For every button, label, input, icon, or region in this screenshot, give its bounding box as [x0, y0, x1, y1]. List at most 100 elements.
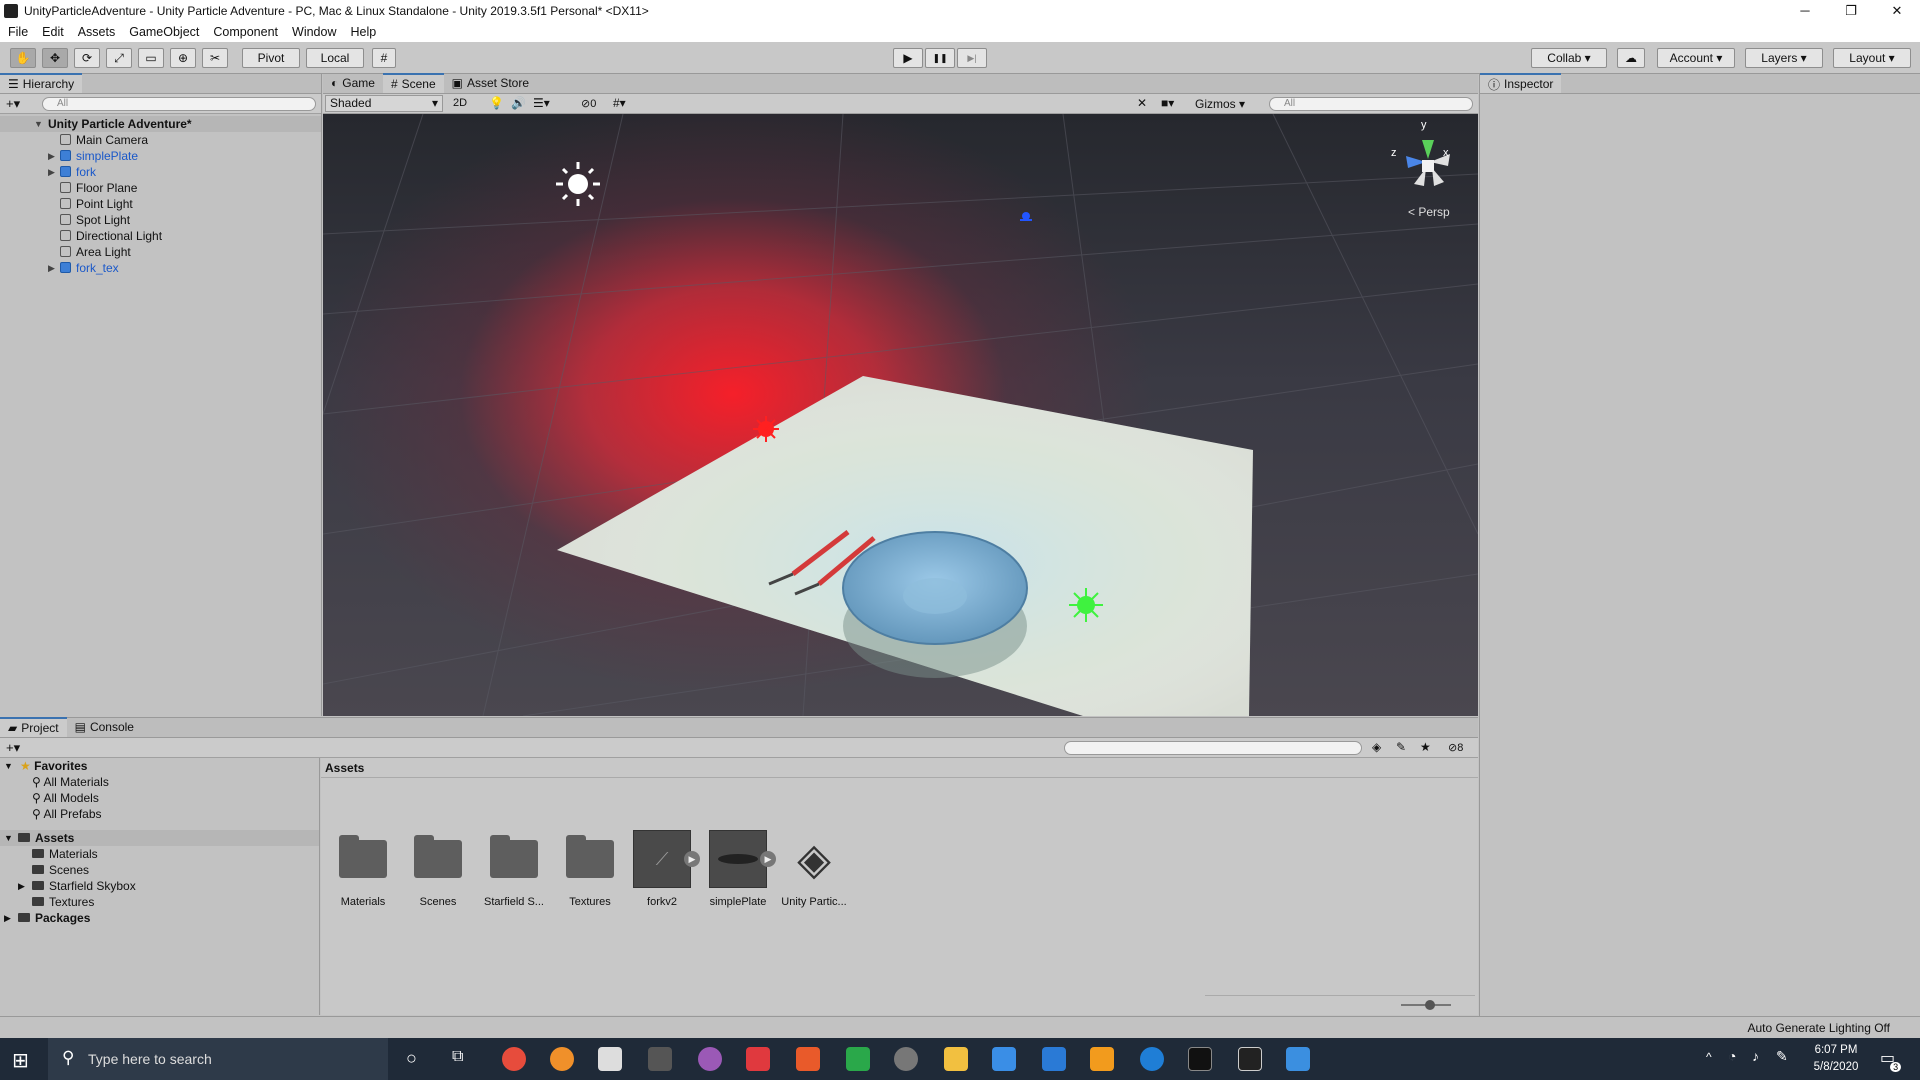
edge-icon[interactable] [1140, 1047, 1164, 1071]
sublime-icon[interactable] [1090, 1047, 1114, 1071]
unity-icon[interactable] [1238, 1047, 1262, 1071]
tab-scene[interactable]: # Scene [382, 73, 444, 93]
task-view-icon[interactable]: ⧉ [452, 1048, 463, 1066]
pause-button[interactable]: ❚❚ [925, 48, 955, 68]
asset-folder-materials[interactable]: Materials [326, 830, 400, 908]
pen-icon[interactable]: ✎ [1776, 1048, 1788, 1065]
scene-render[interactable]: y x z < Persp [323, 114, 1478, 716]
directional-light-gizmo-icon[interactable] [556, 162, 600, 206]
tray-chevron-icon[interactable]: ^ [1706, 1050, 1712, 1064]
filter-label-icon[interactable]: ✎ [1396, 740, 1406, 754]
windows-start-icon[interactable]: ⊞ [12, 1048, 29, 1073]
packages-root[interactable]: ▶ Packages [0, 910, 319, 926]
asset-folder-starfield[interactable]: Starfield S... [477, 830, 551, 908]
effects-toggle-icon[interactable]: ☰▾ [533, 96, 550, 110]
favorite-star-icon[interactable]: ★ [1420, 740, 1431, 754]
persp-label[interactable]: < Persp [1408, 205, 1450, 219]
hierarchy-item-directional-light[interactable]: Directional Light [0, 228, 321, 244]
assets-root[interactable]: ▼ Assets [0, 830, 319, 846]
app-red-icon[interactable] [746, 1047, 770, 1071]
expand-arrow-icon[interactable]: ▶ [4, 910, 11, 926]
hidden-packages-toggle[interactable]: ⊘8 [1448, 741, 1463, 754]
layers-dropdown[interactable]: Layers ▾ [1745, 48, 1823, 68]
mail-icon[interactable] [1042, 1047, 1066, 1071]
folder-textures[interactable]: Textures [0, 894, 319, 910]
expand-prefab-icon[interactable]: ▶ [684, 851, 700, 867]
asset-scene-unity-particle[interactable]: ◈ Unity Partic... [777, 830, 851, 909]
custom-tool-icon[interactable]: ✂ [202, 48, 228, 68]
hierarchy-item-main-camera[interactable]: Main Camera [0, 132, 321, 148]
expand-arrow-icon[interactable]: ▼ [4, 758, 13, 774]
expand-arrow-icon[interactable]: ▼ [4, 830, 13, 846]
file-explorer-icon[interactable] [944, 1047, 968, 1071]
lighting-status[interactable]: Auto Generate Lighting Off [1747, 1021, 1890, 1035]
hierarchy-item-area-light[interactable]: Area Light [0, 244, 321, 260]
play-button[interactable]: ▶ [893, 48, 923, 68]
menu-gameobject[interactable]: GameObject [121, 25, 205, 39]
expand-arrow-icon[interactable]: ▶ [18, 878, 25, 894]
tab-inspector[interactable]: ⓘ Inspector [1480, 73, 1562, 93]
grid-snap-icon[interactable]: # [372, 48, 396, 68]
hand-tool-icon[interactable]: ✋ [10, 48, 36, 68]
photos-icon[interactable] [1286, 1047, 1310, 1071]
hierarchy-item-fork-tex[interactable]: ▶ fork_tex [0, 260, 321, 276]
favorite-item-all-prefabs[interactable]: ⚲ All Prefabs [0, 806, 319, 822]
expand-arrow-icon[interactable]: ▶ [48, 260, 55, 276]
paint-icon[interactable] [698, 1047, 722, 1071]
chrome-icon[interactable] [502, 1047, 526, 1071]
folder-starfield-skybox[interactable]: ▶ Starfield Skybox [0, 878, 319, 894]
audio-toggle-icon[interactable]: 🔊 [511, 96, 526, 110]
volume-icon[interactable]: ♪ [1752, 1048, 1759, 1064]
create-asset-dropdown-icon[interactable]: +▾ [6, 740, 20, 756]
step-button[interactable]: ▶| [957, 48, 987, 68]
tab-hierarchy[interactable]: ☰ Hierarchy [0, 73, 83, 93]
favorites-root[interactable]: ▼ ★ Favorites [0, 758, 319, 774]
scale-tool-icon[interactable]: ⤢ [106, 48, 132, 68]
tab-asset-store[interactable]: ▣ Asset Store [444, 73, 537, 93]
hierarchy-search-input[interactable]: All [42, 97, 316, 111]
cortana-icon[interactable]: ○ [406, 1048, 417, 1069]
transform-tool-icon[interactable]: ⊕ [170, 48, 196, 68]
app-icon[interactable] [648, 1047, 672, 1071]
notification-icon[interactable]: ▭ 3 [1880, 1048, 1902, 1072]
tab-console[interactable]: ▤ Console [67, 717, 142, 737]
filter-type-icon[interactable]: ◈ [1372, 740, 1381, 754]
hierarchy-item-simpleplate[interactable]: ▶ simplePlate [0, 148, 321, 164]
lighting-toggle-icon[interactable]: 💡 [489, 96, 504, 110]
rect-tool-icon[interactable]: ▭ [138, 48, 164, 68]
folder-materials[interactable]: Materials [0, 846, 319, 862]
breadcrumb[interactable]: Assets [321, 758, 1478, 778]
close-button[interactable]: ✕ [1874, 0, 1920, 22]
favorite-item-all-models[interactable]: ⚲ All Models [0, 790, 319, 806]
expand-arrow-icon[interactable]: ▼ [34, 116, 43, 132]
hidden-objects-toggle[interactable]: ⊘0 [581, 97, 596, 110]
hierarchy-item-floor-plane[interactable]: Floor Plane [0, 180, 321, 196]
scene-viewport[interactable]: y x z < Persp [323, 114, 1478, 716]
zoom-slider-thumb[interactable] [1425, 1000, 1435, 1010]
favorite-item-all-materials[interactable]: ⚲ All Materials [0, 774, 319, 790]
layout-dropdown[interactable]: Layout ▾ [1833, 48, 1911, 68]
tab-game[interactable]: ◐ Game [323, 73, 383, 93]
tab-project[interactable]: ▰ Project [0, 717, 67, 737]
asset-folder-scenes[interactable]: Scenes [401, 830, 475, 908]
asset-model-simpleplate[interactable]: ▶ simplePlate [701, 830, 776, 908]
m-app-icon[interactable] [846, 1047, 870, 1071]
maximize-button[interactable]: ❐ [1828, 0, 1874, 22]
expand-arrow-icon[interactable]: ▶ [48, 148, 55, 164]
gizmos-dropdown[interactable]: Gizmos ▾ [1195, 97, 1245, 111]
menu-assets[interactable]: Assets [70, 25, 122, 39]
menu-file[interactable]: File [0, 25, 34, 39]
account-dropdown[interactable]: Account ▾ [1657, 48, 1735, 68]
hierarchy-item-point-light[interactable]: Point Light [0, 196, 321, 212]
terminal-icon[interactable] [1188, 1047, 1212, 1071]
search-app-icon[interactable] [894, 1047, 918, 1071]
menu-edit[interactable]: Edit [34, 25, 70, 39]
network-icon[interactable]: ◔ [1728, 1048, 1736, 1064]
cloud-icon[interactable]: ☁ [1617, 48, 1645, 68]
asset-folder-textures[interactable]: Textures [553, 830, 627, 908]
hierarchy-item-fork[interactable]: ▶ fork [0, 164, 321, 180]
area-light-gizmo-icon[interactable] [1020, 212, 1032, 221]
project-search-input[interactable] [1064, 741, 1362, 755]
app-orange-icon[interactable] [796, 1047, 820, 1071]
asset-model-forkv2[interactable]: ⟋ ▶ forkv2 [625, 830, 700, 908]
